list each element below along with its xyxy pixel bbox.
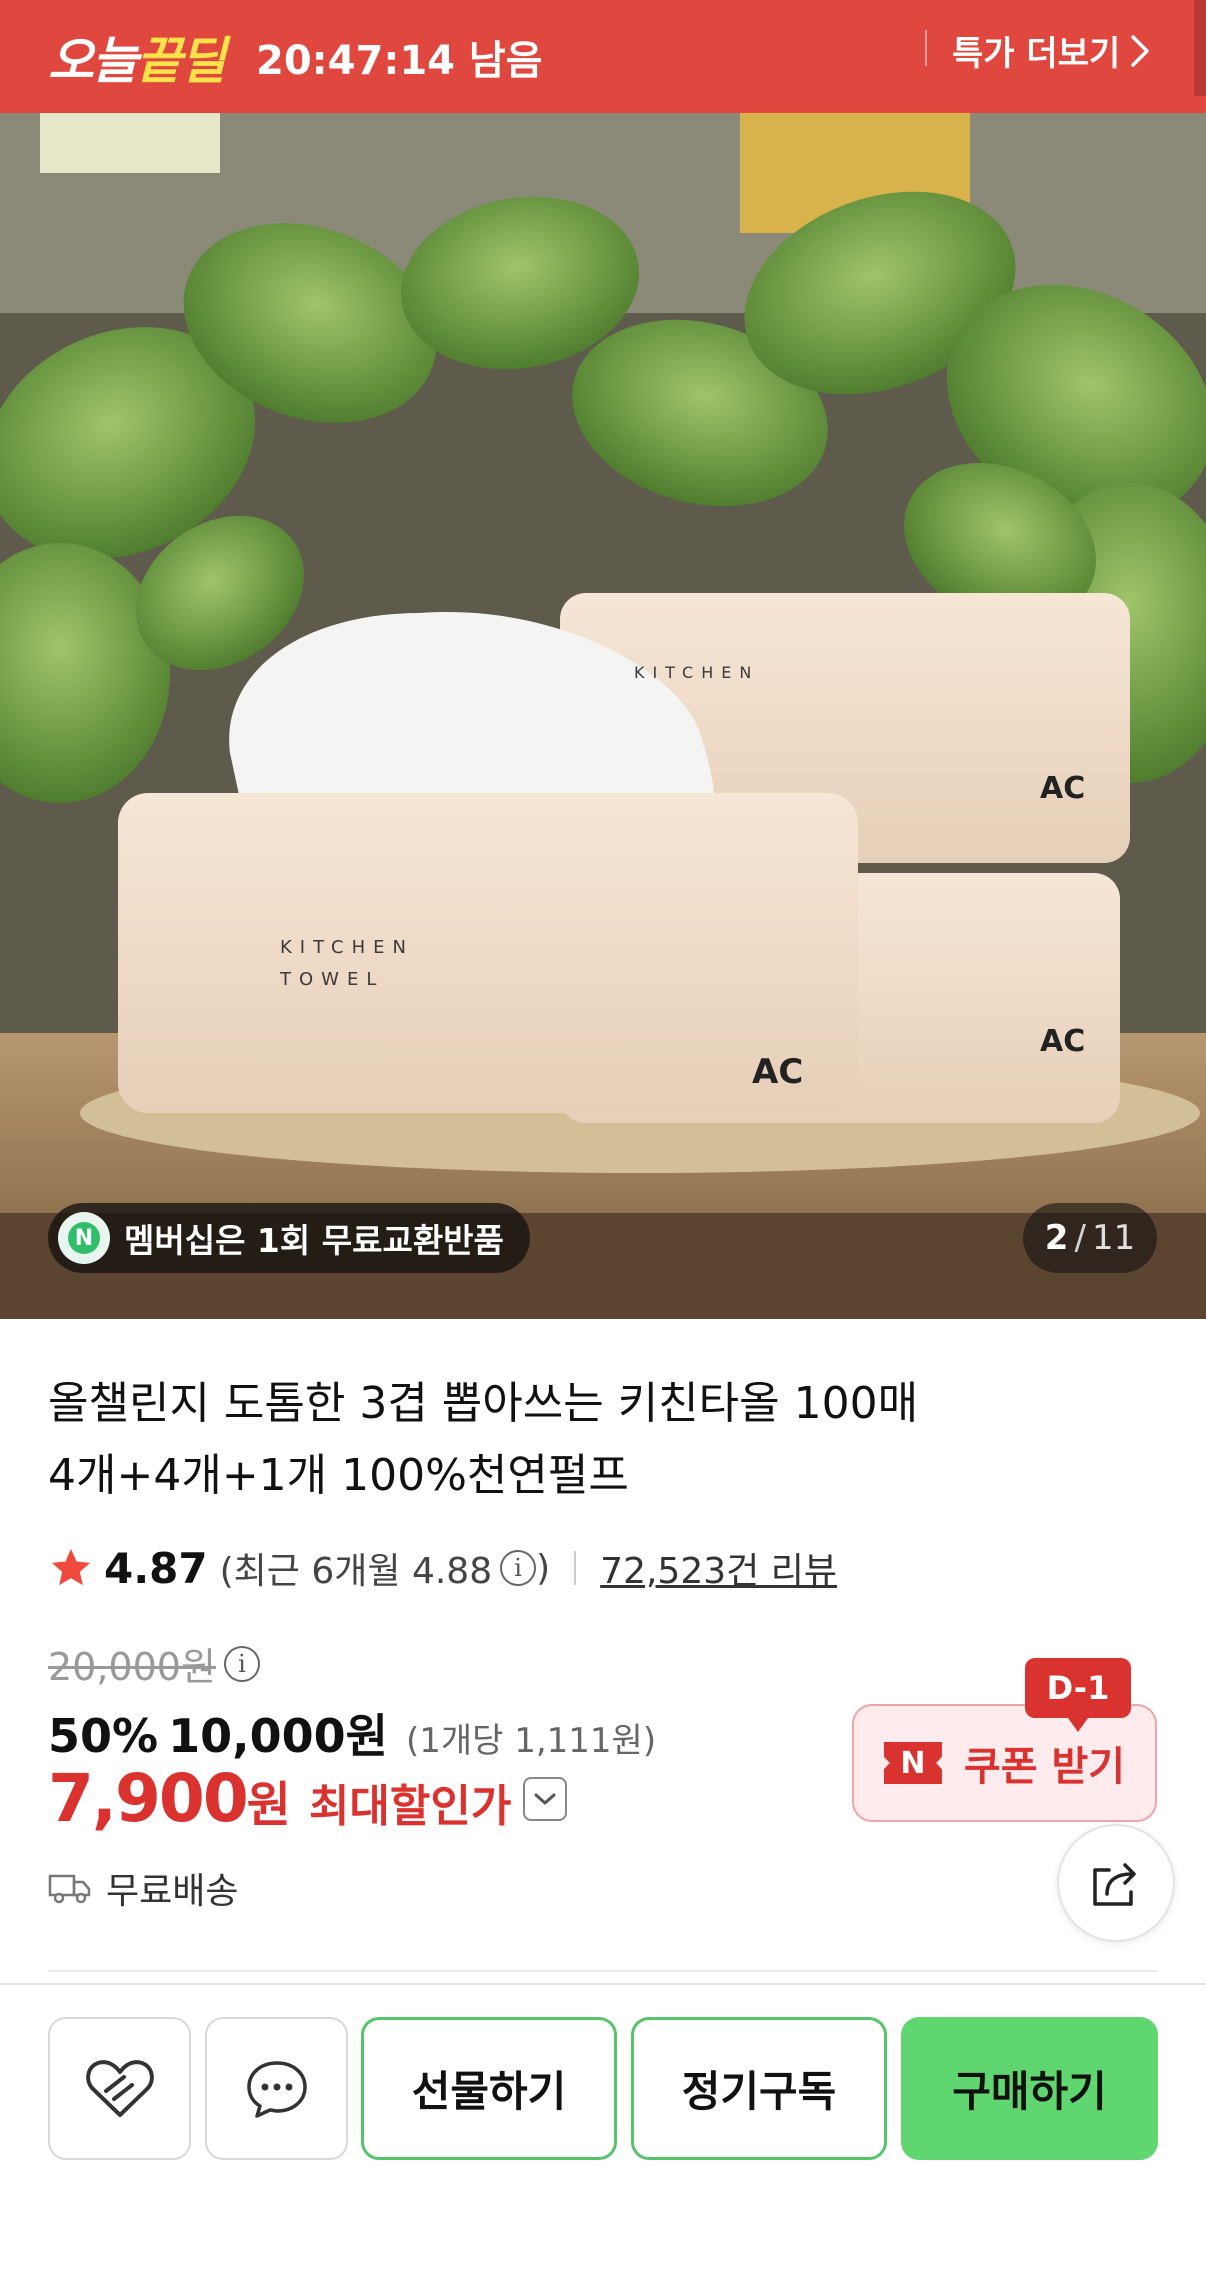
discount-percent: 50% — [48, 1709, 159, 1763]
deal-timer: 20:47:14 남음 — [256, 37, 543, 84]
scroll-edge — [1194, 0, 1206, 96]
product-photo: KITCHEN TOWEL KITCHEN AC AC AC — [0, 113, 1206, 1319]
rating-row: 4.87 (최근 6개월 4.88 i ) 72,523건 리뷰 — [48, 1542, 837, 1594]
heart-icon — [85, 2059, 154, 2117]
recent-rating-close: ) — [536, 1547, 551, 1589]
discount-dropdown-toggle[interactable] — [523, 1776, 568, 1821]
price-info-icon[interactable]: i — [223, 1645, 260, 1682]
chevron-right-icon — [1131, 34, 1149, 67]
shipping-label: 무료배송 — [106, 1871, 239, 1912]
gift-button[interactable]: 선물하기 — [361, 2017, 617, 2160]
share-icon — [1093, 1863, 1136, 1906]
share-button[interactable] — [1057, 1824, 1175, 1942]
page-total: 11 — [1091, 1218, 1136, 1258]
product-title: 올챌린지 도톰한 3겹 뽑아쓰는 키친타올 100매 4개+4개+1개 100%… — [48, 1368, 1088, 1512]
subscribe-button[interactable]: 정기구독 — [631, 2017, 887, 2160]
page-current: 2 — [1044, 1218, 1069, 1258]
truck-icon — [48, 1874, 91, 1904]
deal-more-link[interactable]: 특가 더보기 — [952, 26, 1150, 75]
sale-price: 10,000원 — [168, 1709, 388, 1763]
rating-score: 4.87 — [104, 1543, 208, 1593]
chevron-down-icon — [534, 1793, 556, 1804]
chat-button[interactable] — [205, 2017, 348, 2160]
chat-icon — [246, 2060, 307, 2118]
membership-badge: N 멤버십은 1회 무료교환반품 — [48, 1203, 530, 1273]
rating-divider — [574, 1551, 577, 1585]
product-title-line1: 올챌린지 도톰한 3겹 뽑아쓰는 키친타올 100매 — [48, 1378, 919, 1429]
svg-text:KITCHEN: KITCHEN — [634, 663, 759, 682]
section-divider — [48, 1970, 1158, 1972]
deal-divider — [925, 30, 927, 66]
recent-rating: (최근 6개월 4.88 — [219, 1551, 493, 1592]
star-icon — [51, 1548, 91, 1586]
final-price-row: 7,900 원 최대할인가 — [48, 1760, 568, 1837]
like-button[interactable] — [48, 2017, 191, 2160]
original-price: 20,000원 — [48, 1645, 216, 1689]
review-count-link[interactable]: 72,523건 리뷰 — [600, 1542, 837, 1594]
svg-text:AC: AC — [752, 1052, 803, 1092]
sale-price-row: 50% 10,000원 (1개당 1,111원) — [48, 1700, 656, 1766]
original-price-row: 20,000원 i — [48, 1636, 260, 1691]
max-discount-label: 최대할인가 — [308, 1781, 512, 1832]
coupon-button[interactable]: N 쿠폰 받기 — [852, 1704, 1157, 1822]
image-page-counter: 2/11 — [1023, 1203, 1157, 1273]
deal-logo: 오늘끝딜 — [48, 21, 226, 93]
deal-more-label: 특가 더보기 — [952, 34, 1121, 74]
info-icon[interactable]: i — [500, 1550, 537, 1586]
final-price-number: 7,900 — [48, 1760, 249, 1837]
membership-text: 멤버십은 1회 무료교환반품 — [124, 1221, 504, 1260]
deal-logo-part1: 오늘 — [48, 31, 138, 90]
bottom-bar-divider — [0, 1983, 1206, 1985]
svg-text:KITCHEN: KITCHEN — [280, 937, 414, 958]
unit-price: (1개당 1,111원) — [405, 1721, 657, 1761]
final-price-won: 원 — [246, 1777, 291, 1833]
product-title-line2: 4개+4개+1개 100%천연펄프 — [48, 1450, 629, 1501]
product-image-carousel[interactable]: KITCHEN TOWEL KITCHEN AC AC AC N 멤버십은 1회… — [0, 113, 1206, 1319]
svg-text:TOWEL: TOWEL — [279, 969, 384, 990]
page-slash: / — [1074, 1218, 1086, 1258]
svg-text:AC: AC — [1040, 1024, 1085, 1059]
coupon-deadline-badge: D-1 — [1025, 1658, 1131, 1732]
coupon-n-icon: N — [883, 1742, 942, 1784]
buy-button[interactable]: 구매하기 — [901, 2017, 1158, 2160]
shipping-row: 무료배송 — [48, 1862, 238, 1914]
svg-text:AC: AC — [1040, 771, 1085, 806]
coupon-label: 쿠폰 받기 — [963, 1744, 1126, 1790]
deal-logo-part2: 끝딜 — [136, 31, 226, 90]
npay-icon: N — [58, 1212, 110, 1264]
deal-bar: 오늘끝딜 20:47:14 남음 특가 더보기 — [0, 0, 1206, 113]
